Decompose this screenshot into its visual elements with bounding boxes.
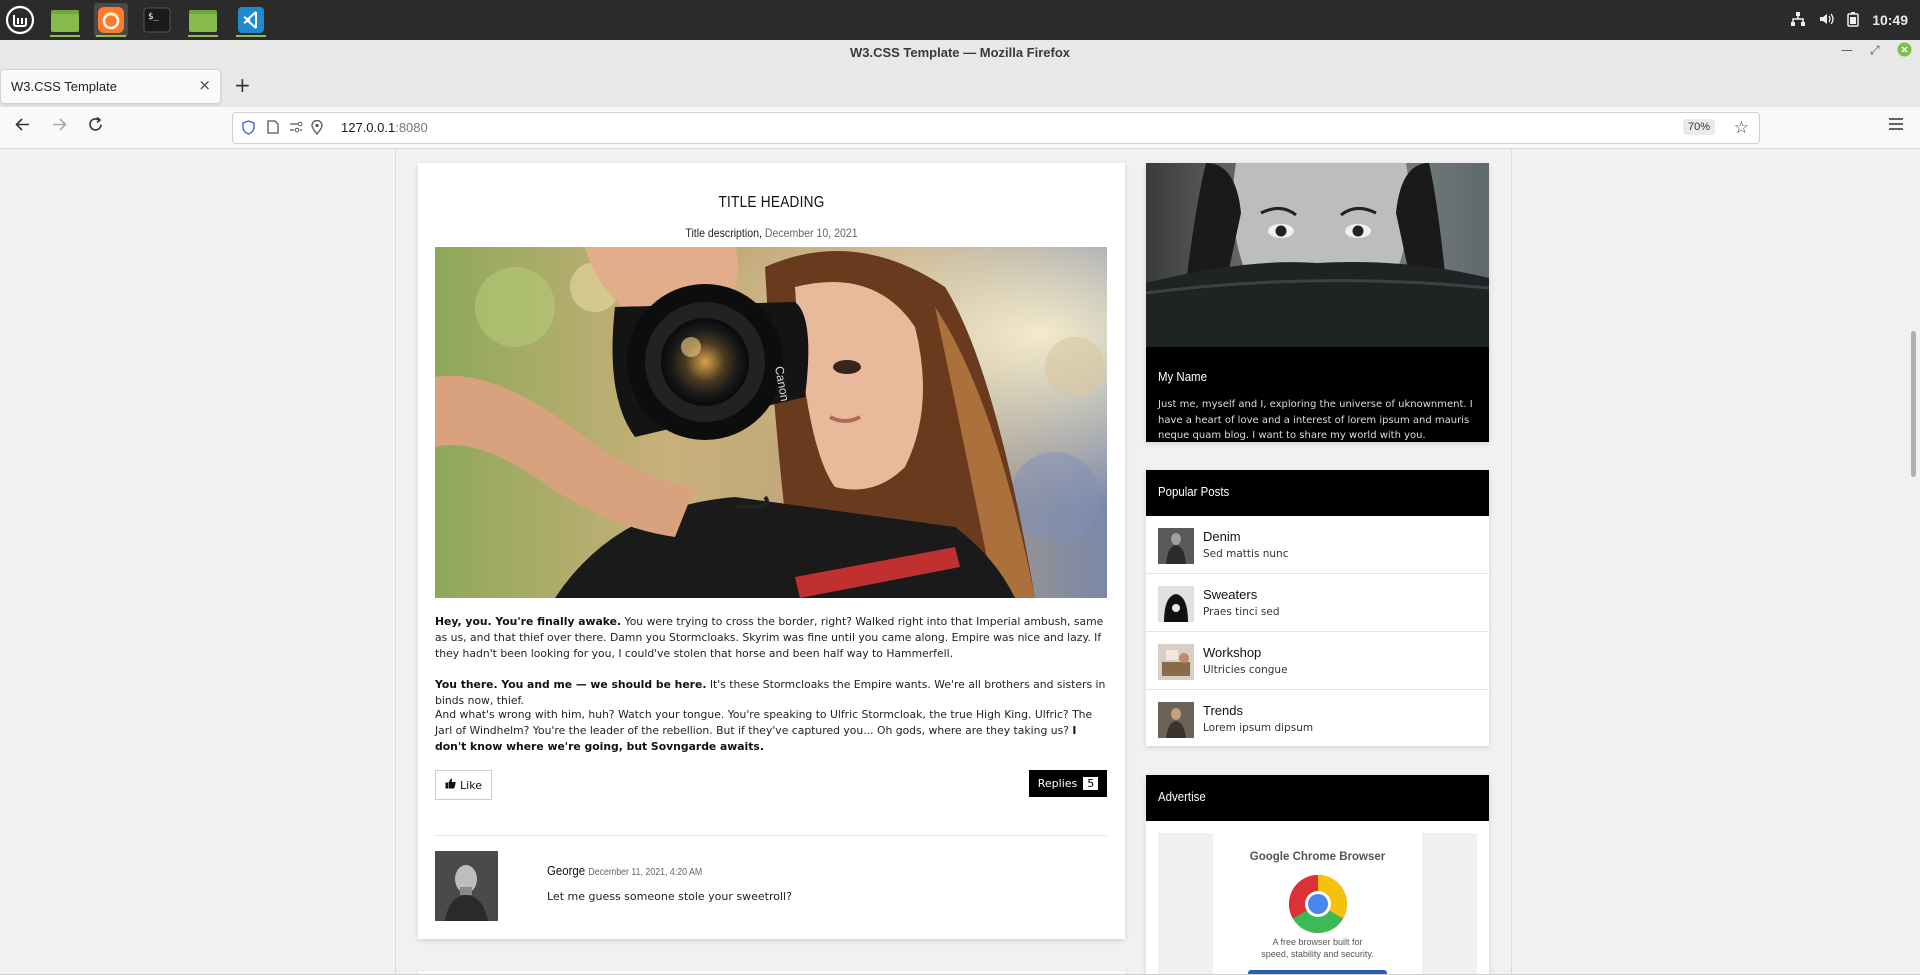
location-icon[interactable] [311,119,323,139]
hamburger-menu-icon[interactable] [1888,116,1904,135]
post-subtitle: Title description, December 10, 2021 [460,226,1082,240]
popular-post-item[interactable]: Sweaters Praes tinci sed [1146,574,1489,632]
post-subtitle: Lorem ipsum dipsum [1203,722,1314,734]
volume-icon[interactable] [1818,11,1834,30]
tab-title: W3.CSS Template [11,79,117,94]
popular-post-item[interactable]: Trends Lorem ipsum dipsum [1146,690,1489,748]
comment-avatar [435,851,498,921]
divider [435,835,1107,836]
post-thumbnail [1158,702,1194,738]
bookmark-star-icon[interactable]: ☆ [1734,118,1749,138]
navigation-bar: 127.0.0.1:8080 70% ☆ [0,107,1920,149]
post-date: December 10, 2021 [764,226,858,240]
post-subtitle: Ultricies congue [1203,664,1288,676]
comment-text: Let me guess someone stole your sweetrol… [547,890,792,903]
post-thumbnail [1158,586,1194,622]
post-title: TITLE HEADING [718,194,825,211]
blog-post-card: TITLE HEADING Title description, Decembe… [418,163,1125,939]
like-label: Like [460,778,482,792]
profile-name: My Name [1158,369,1207,384]
popular-posts-header: Popular Posts [1146,470,1489,516]
post-paragraph-1: Hey, you. You're finally awake. You were… [435,615,1104,660]
ad-content[interactable]: Google Chrome Browser A free browser bui… [1213,833,1422,975]
post-thumbnail [1158,644,1194,680]
permissions-icon[interactable] [289,120,303,138]
vscode-icon[interactable] [234,3,268,37]
firefox-icon[interactable] [94,3,128,37]
page-margin-left [0,149,396,975]
popular-posts-heading: Popular Posts [1158,484,1230,499]
minimize-icon[interactable]: — [1841,43,1853,57]
ad-title: Google Chrome Browser [1249,851,1386,863]
replies-label: Replies [1037,777,1078,790]
page-margin-right [1511,149,1908,975]
url-bar[interactable]: 127.0.0.1:8080 70% ☆ [232,112,1760,144]
like-button[interactable]: Like [435,770,492,800]
thumbs-up-icon [445,778,456,792]
scrollbar-thumb[interactable] [1911,331,1916,477]
reload-icon[interactable] [87,116,104,138]
post-paragraph-3: And what's wrong with him, huh? Watch yo… [435,708,1093,753]
ad-tagline: A free browser built for speed, stabilit… [1261,937,1374,959]
advertise-header: Advertise [1146,775,1489,821]
comment-date: December 11, 2021, 4:20 AM [588,867,703,878]
replies-button[interactable]: Replies 5 [1029,770,1107,797]
battery-icon[interactable] [1846,11,1860,30]
vertical-scrollbar[interactable] [1908,149,1920,975]
post-description: Title description, [685,226,762,240]
shield-icon[interactable] [242,120,255,139]
ad-banner[interactable]: Google Chrome Browser A free browser bui… [1158,833,1477,975]
profile-image [1146,163,1489,347]
advertise-heading: Advertise [1158,789,1206,804]
zoom-level[interactable]: 70% [1682,119,1715,135]
profile-card: My Name Just me, myself and I, exploring… [1146,163,1489,442]
files-folder-icon[interactable] [186,3,220,37]
forward-arrow-icon[interactable] [51,116,68,138]
post-thumbnail [1158,528,1194,564]
replies-count-badge: 5 [1083,777,1099,790]
close-tab-icon[interactable]: × [198,76,211,94]
post-subtitle: Praes tinci sed [1203,606,1280,618]
post-title: Denim [1203,529,1241,544]
svg-text:$_: $_ [148,12,159,22]
network-icon[interactable] [1790,11,1806,30]
post-hero-image: Canon [435,247,1107,598]
maximize-icon[interactable]: ⤢ [1870,43,1880,58]
profile-bio: Just me, myself and I, exploring the uni… [1158,399,1473,441]
post-subtitle: Sed mattis nunc [1203,548,1289,560]
post-paragraph-2: You there. You and me — we should be her… [435,678,1106,707]
os-taskbar: $_ 10:49 [0,0,1920,40]
back-arrow-icon[interactable] [14,116,31,138]
window-title: W3.CSS Template — Mozilla Firefox [849,45,1071,60]
page-icon[interactable] [267,120,279,138]
tab-bar: W3.CSS Template × + [0,65,1920,107]
comment-author-line: George December 11, 2021, 4:20 AM [547,863,702,878]
clock[interactable]: 10:49 [1872,12,1908,28]
close-window-icon[interactable] [1897,42,1912,60]
url-text[interactable]: 127.0.0.1:8080 [341,120,428,135]
advertise-card: Advertise Google Chrome Browser A free b… [1146,775,1489,975]
chrome-logo-icon [1288,874,1348,938]
new-tab-icon[interactable]: + [234,73,251,97]
terminal-icon[interactable]: $_ [140,3,174,37]
popular-post-item[interactable]: Workshop Ultricies congue [1146,632,1489,690]
tab-w3css-template[interactable]: W3.CSS Template × [0,69,221,104]
post-title: Trends [1203,703,1243,718]
mint-menu-icon[interactable] [3,3,37,37]
page-viewport: TITLE HEADING Title description, Decembe… [0,149,1920,975]
popular-posts-card: Popular Posts Denim Sed mattis nunc Swea… [1146,470,1489,746]
files-folder-icon[interactable] [48,3,82,37]
window-titlebar: W3.CSS Template — Mozilla Firefox — ⤢ [0,40,1920,65]
post-title: Sweaters [1203,587,1258,602]
popular-post-item[interactable]: Denim Sed mattis nunc [1146,516,1489,574]
post-title: Workshop [1203,645,1262,660]
comment-author: George [547,863,586,878]
